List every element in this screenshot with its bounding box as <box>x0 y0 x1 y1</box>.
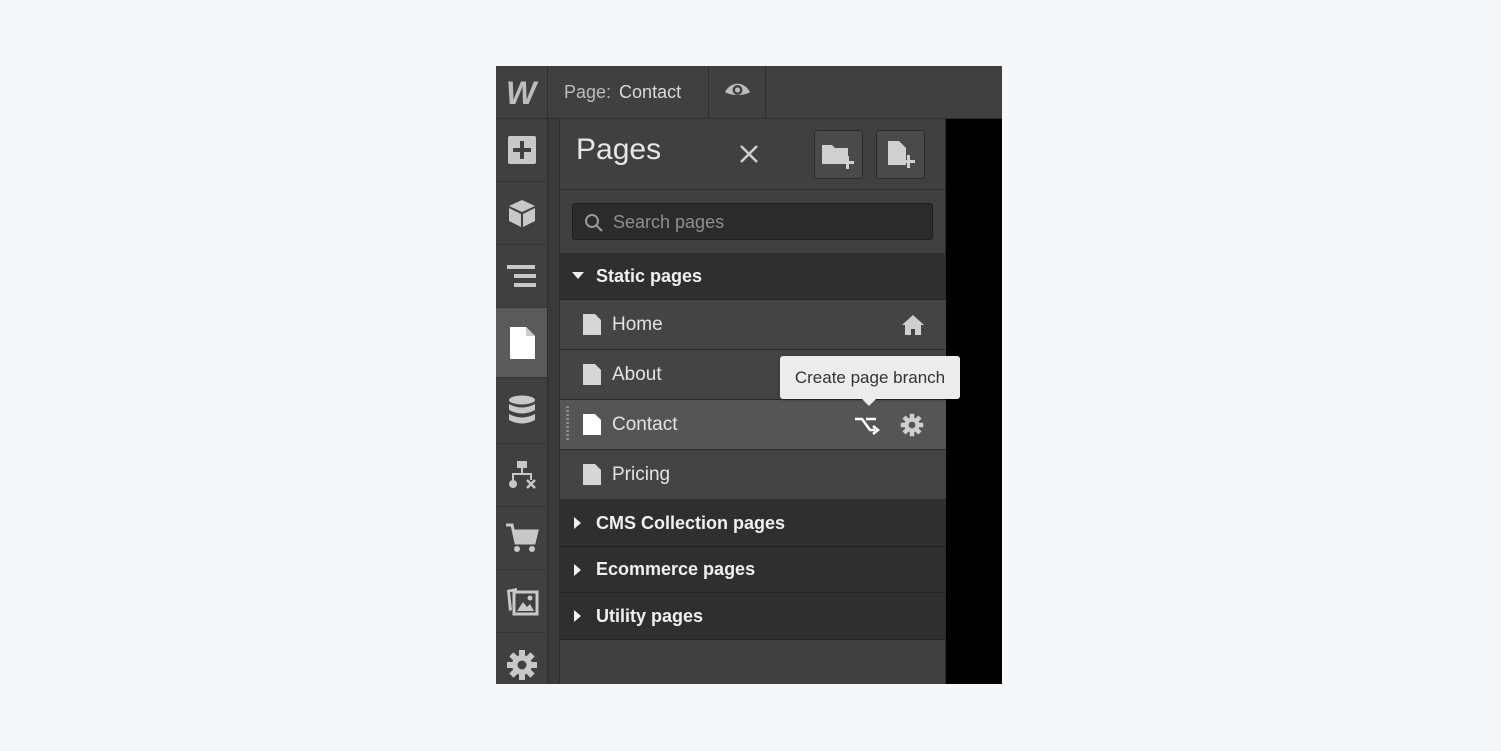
utility-pages-section[interactable]: Utility pages <box>560 593 946 640</box>
home-icon <box>902 315 924 335</box>
section-label: CMS Collection pages <box>596 512 786 533</box>
search-icon <box>585 214 603 232</box>
webflow-logo[interactable]: W <box>496 66 548 118</box>
symbols-button[interactable] <box>496 182 547 245</box>
top-bar: W Page: Contact <box>496 66 1002 119</box>
cube-icon <box>508 200 535 227</box>
page-doc-icon <box>583 414 601 435</box>
svg-text:W: W <box>506 75 539 111</box>
caret-right-icon <box>560 610 596 622</box>
new-folder-button[interactable] <box>814 130 863 179</box>
cms-button[interactable] <box>496 378 547 444</box>
page-name: Contact <box>612 413 678 435</box>
add-icon <box>507 136 536 164</box>
page-add-icon <box>887 140 915 168</box>
design-canvas[interactable] <box>946 119 1002 684</box>
page-name: Pricing <box>612 463 671 485</box>
assets-icon <box>506 588 538 616</box>
page-settings-icon[interactable] <box>900 413 924 437</box>
caret-down-icon <box>560 272 596 280</box>
page-name: Home <box>612 313 663 335</box>
page-row-contact[interactable]: Contact <box>560 400 946 450</box>
section-label: Ecommerce pages <box>596 559 756 579</box>
static-pages-section[interactable]: Static pages <box>560 253 946 300</box>
page-doc-icon <box>583 314 601 335</box>
page-label: Page: <box>564 81 612 102</box>
page-doc-icon <box>583 464 601 485</box>
page-icon <box>509 326 535 359</box>
database-icon <box>508 395 535 423</box>
panel-header: Pages <box>560 119 946 190</box>
search-input[interactable] <box>611 204 925 241</box>
ecommerce-pages-section[interactable]: Ecommerce pages <box>560 547 946 593</box>
page-row-home[interactable]: Home <box>560 300 946 350</box>
branch-icon[interactable] <box>854 415 880 435</box>
preview-button[interactable] <box>709 66 766 118</box>
new-page-button[interactable] <box>876 130 925 179</box>
logic-button[interactable] <box>496 444 547 507</box>
page-indicator[interactable]: Page: Contact <box>548 66 709 118</box>
pages-button[interactable] <box>496 308 547 378</box>
tooltip: Create page branch <box>780 356 960 406</box>
cart-icon <box>505 523 539 552</box>
assets-button[interactable] <box>496 570 547 633</box>
left-toolbar <box>496 119 548 684</box>
add-elements-button[interactable] <box>496 119 547 182</box>
navigator-icon <box>506 265 536 287</box>
drag-handle[interactable] <box>566 406 569 442</box>
webflow-logo-icon: W <box>506 75 539 111</box>
page-name: About <box>612 363 662 385</box>
close-icon <box>740 145 758 163</box>
folder-add-icon <box>821 144 854 169</box>
current-page-name: Contact <box>619 81 682 102</box>
page-row-pricing[interactable]: Pricing <box>560 450 946 500</box>
section-label: Static pages <box>596 265 703 286</box>
ecommerce-button[interactable] <box>496 507 547 570</box>
pages-panel: Pages Search pages Static pages Home Abo… <box>560 119 946 684</box>
caret-right-icon <box>560 517 596 529</box>
eye-icon <box>725 83 750 95</box>
settings-icon <box>506 649 537 680</box>
panel-title: Pages <box>576 133 662 166</box>
search-field[interactable] <box>572 203 933 241</box>
cms-collection-pages-section[interactable]: CMS Collection pages <box>560 500 946 547</box>
page-doc-icon <box>583 364 601 385</box>
close-panel-button[interactable] <box>736 141 764 169</box>
logic-flow-icon <box>508 461 536 489</box>
panel-divider <box>548 119 560 684</box>
settings-button[interactable] <box>496 633 547 684</box>
section-label: Utility pages <box>596 605 704 626</box>
navigator-button[interactable] <box>496 245 547 308</box>
caret-right-icon <box>560 563 596 576</box>
